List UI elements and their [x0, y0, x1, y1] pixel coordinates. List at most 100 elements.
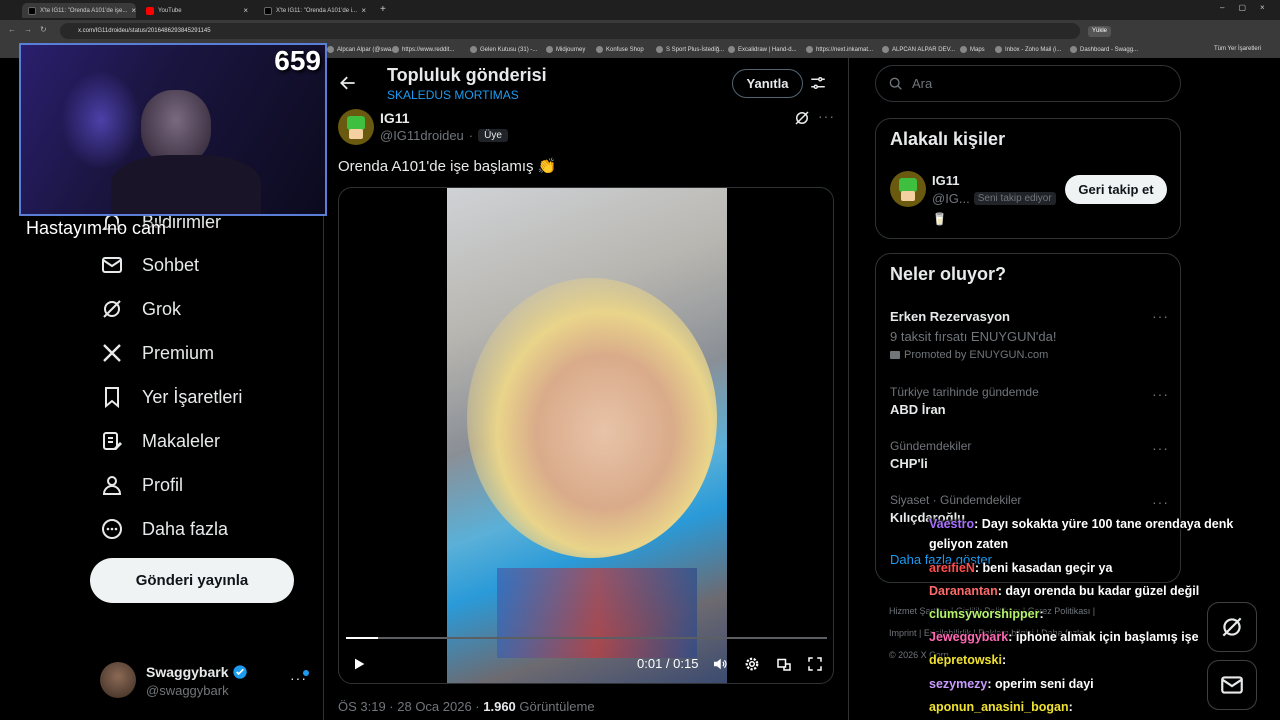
nav-articles[interactable]: Makaleler [100, 429, 220, 453]
trend-more-icon[interactable]: ··· [1152, 386, 1169, 402]
chat-username: sezymezy [929, 677, 988, 691]
bookmark-item[interactable]: Inbox - Zoho Mail (i... [995, 46, 1061, 53]
post-button[interactable]: Gönderi yayınla [90, 558, 294, 603]
bookmark-item[interactable]: Maps [960, 46, 985, 53]
nav-label: Yer İşaretleri [142, 386, 243, 407]
grok-fab[interactable] [1207, 602, 1257, 652]
window-controls[interactable]: –▢× [1220, 3, 1279, 12]
promoted-icon [890, 351, 900, 359]
browser-tab-1[interactable]: X'te IG11: "Orenda A101'de işe... × [22, 3, 136, 18]
messages-fab[interactable] [1207, 660, 1257, 710]
view-count-label: Görüntüleme [515, 699, 595, 714]
search-icon [889, 77, 902, 90]
chat-text: geliyon zaten [929, 537, 1009, 551]
bookmark-label: Alpcan Alpar (@swa... [337, 46, 397, 53]
video-player[interactable]: 0:01 / 0:15 [338, 187, 834, 684]
bookmark-item[interactable]: ALPCAN ALPAR DEV... [882, 46, 955, 53]
related-avatar[interactable] [890, 171, 926, 207]
streamer-silhouette [141, 90, 211, 165]
nav-more[interactable]: Daha fazla [100, 517, 228, 541]
settings-gear-icon[interactable] [743, 655, 761, 673]
avatar[interactable] [100, 662, 136, 698]
volume-icon[interactable] [711, 655, 729, 673]
bookmark-item[interactable]: Midjourney [546, 46, 585, 53]
trend-title[interactable]: CHP'li [890, 456, 928, 471]
filter-sliders-icon[interactable] [809, 74, 827, 92]
related-name[interactable]: IG11 [932, 173, 959, 188]
nav-grok[interactable]: Grok [100, 297, 181, 321]
chat-username: depretowski [929, 653, 1002, 667]
author-handle[interactable]: @IG11droideu [380, 128, 464, 143]
bookmark-item[interactable]: Excalidraw | Hand-d... [728, 46, 797, 53]
all-bookmarks[interactable]: Tüm Yer İşaretleri [1214, 46, 1261, 52]
close-tab-icon[interactable]: × [361, 6, 366, 15]
member-badge: Üye [478, 129, 508, 142]
bookmark-item[interactable]: Dashboard - Swagg... [1070, 46, 1138, 53]
chat-text: : Dayı sokakta yüre 100 tane orendaya de… [974, 517, 1234, 531]
trend-promo: Promoted by ENUYGUN.com [890, 349, 1048, 361]
author-name[interactable]: IG11 [380, 110, 410, 126]
play-icon[interactable] [351, 656, 367, 672]
bookmark-favicon-icon [1070, 46, 1077, 53]
back-arrow-icon[interactable] [338, 73, 358, 93]
trend-more-icon[interactable]: ··· [1152, 440, 1169, 456]
url-input[interactable]: x.com/IG11droideu/status/201648629384529… [60, 23, 1080, 39]
bookmark-favicon-icon [470, 46, 477, 53]
close-tab-icon[interactable]: × [131, 6, 136, 15]
divider [848, 58, 849, 720]
bookmark-label: https://www.reddit... [402, 46, 455, 53]
bookmark-item[interactable]: Alpcan Alpar (@swa... [327, 46, 396, 53]
video-time: 0:01 / 0:15 [637, 656, 699, 671]
nav-premium[interactable]: Premium [100, 341, 214, 365]
follow-back-button[interactable]: Geri takip et [1065, 175, 1167, 204]
chat-message: geliyon zaten [929, 537, 1008, 551]
post-more-icon[interactable]: ··· [818, 108, 835, 124]
nav-profile[interactable]: Profil [100, 473, 183, 497]
fullscreen-icon[interactable] [806, 655, 824, 673]
notification-dot [303, 670, 309, 676]
bookmark-item[interactable]: https://next.inkamat... [806, 46, 873, 53]
all-bookmarks-label: Tüm Yer İşaretleri [1214, 46, 1262, 52]
trend-title[interactable]: ABD İran [890, 402, 946, 417]
bookmark-favicon-icon [596, 46, 603, 53]
nav-chat[interactable]: Sohbet [100, 253, 199, 277]
chat-text: : [1001, 653, 1007, 667]
trend-title[interactable]: Erken Rezervasyon [890, 309, 1010, 324]
bookmark-favicon-icon [806, 46, 813, 53]
post-text: Orenda A101'de işe başlamış 👏 [338, 158, 557, 175]
search-input[interactable]: Ara [875, 65, 1181, 102]
nav-label: Grok [142, 298, 182, 319]
footer-link[interactable]: Imprint [889, 628, 917, 638]
chat-message: aponun_anasini_bogan: [929, 700, 1073, 714]
browser-tab-2[interactable]: YouTube × [140, 3, 254, 18]
chat-text: : beni kasadan geçir ya [974, 561, 1113, 575]
author-avatar[interactable] [338, 109, 374, 145]
bookmark-label: Inbox - Zoho Mail (i... [1005, 46, 1062, 53]
bookmark-item[interactable]: Gelen Kutusu (31) -... [470, 46, 537, 53]
promo-text: Promoted by ENUYGUN.com [904, 349, 1049, 361]
bookmark-item[interactable]: S Sport Plus-İstediğ... [656, 46, 724, 53]
trend-more-icon[interactable]: ··· [1152, 494, 1169, 510]
new-tab-icon[interactable]: + [380, 4, 386, 15]
bookmark-label: https://next.inkamat... [816, 46, 874, 53]
bookmark-item[interactable]: Konfuse Shop [596, 46, 644, 53]
bookmark-favicon-icon [656, 46, 663, 53]
upload-button[interactable]: Yükle [1088, 26, 1112, 37]
bookmark-label: Gelen Kutusu (31) -... [480, 46, 538, 53]
nav-buttons[interactable]: ←→↻ [8, 25, 55, 34]
close-tab-icon[interactable]: × [243, 6, 248, 15]
reply-button[interactable]: Yanıtla [732, 69, 803, 98]
bookmark-favicon-icon [728, 46, 735, 53]
video-progress-track[interactable] [346, 637, 827, 639]
trend-context: Türkiye tarihinde gündemde [890, 385, 1039, 399]
nav-label: Premium [142, 342, 215, 363]
bookmark-item[interactable]: https://www.reddit... [392, 46, 454, 53]
browser-tab-3[interactable]: X'te IG11: "Orenda A101'de i... × [258, 3, 372, 18]
grok-icon[interactable] [793, 109, 811, 127]
bookmark-label: Dashboard - Swagg... [1080, 46, 1139, 53]
picture-in-picture-icon[interactable] [775, 655, 793, 673]
community-name[interactable]: SKALEDUS MORTIMAS [387, 88, 519, 102]
nav-bookmarks[interactable]: Yer İşaretleri [100, 385, 242, 409]
related-handle: @IG... [932, 191, 970, 206]
trend-more-icon[interactable]: ··· [1152, 308, 1169, 324]
